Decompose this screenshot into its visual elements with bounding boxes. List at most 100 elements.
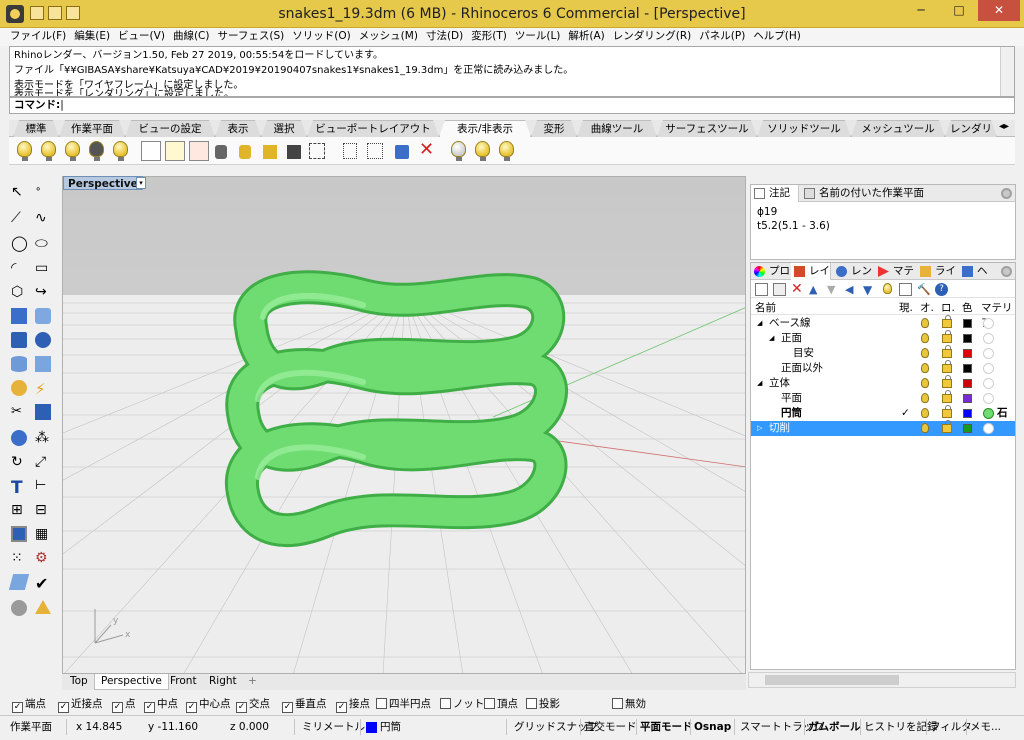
osnap-option[interactable]: 四半円点 [376,698,431,710]
hide-control-icon[interactable] [395,145,409,159]
tab-set-view[interactable]: ビューの設定 [125,120,215,137]
menu-mesh[interactable]: メッシュ(M) [355,28,422,45]
osnap-checkbox[interactable]: ✓ [336,702,347,713]
grid-points-icon[interactable] [367,143,383,159]
split-icon[interactable] [35,404,51,420]
new-sublayer-icon[interactable] [773,283,786,296]
hide-in-view-icon[interactable] [189,141,209,161]
osnap-option[interactable]: ✓ 接点 [336,698,370,713]
osnap-checkbox[interactable]: ✓ [112,702,123,713]
tab-surface-tools[interactable]: サーフェスツール [657,120,757,137]
layer-help-icon[interactable]: ? [935,283,948,296]
layer-row[interactable]: 円筒✓石こ [751,405,1015,434]
layer-material-icon[interactable] [983,363,994,374]
tab-help[interactable]: ヘ [959,263,993,280]
menu-dimension[interactable]: 寸法(D) [422,28,467,45]
menu-edit[interactable]: 編集(E) [70,28,114,45]
osnap-option[interactable]: ✓ 交点 [236,698,270,713]
osnap-option[interactable]: 頂点 [484,698,518,710]
layer-row[interactable]: ◢ 正面 [751,330,1015,346]
close-button[interactable]: ✕ [978,0,1020,21]
sphere-icon[interactable] [35,332,51,348]
menu-surface[interactable]: サーフェス(S) [213,28,288,45]
layer-color-swatch[interactable] [963,319,972,328]
tab-solid-tools[interactable]: ソリッドツール [757,120,851,137]
layer-lock-icon[interactable] [942,345,952,358]
osnap-option[interactable]: ✓ 垂直点 [282,698,327,713]
rectangle-icon[interactable]: ▭ [35,260,55,280]
tab-notes[interactable]: 注記 [751,185,799,202]
layer-row[interactable]: 正面以外 [751,360,1015,376]
expand-toggle-icon[interactable]: ◢ [769,331,774,346]
osnap-checkbox[interactable] [526,698,537,709]
layer-color-swatch[interactable] [963,394,972,403]
perspective-viewport[interactable]: x y [62,176,746,674]
group-icon[interactable]: ⊞ [11,502,31,522]
tab-named-cplanes[interactable]: 名前の付いた作業平面 [801,185,961,202]
layer-row[interactable]: ◢ 立体 [751,375,1015,391]
layer-color-swatch[interactable] [963,379,972,388]
column-on[interactable]: オ. [920,300,934,315]
ortho-toggle[interactable]: 直交モード [584,720,637,734]
layer-lock-icon[interactable] [942,315,952,328]
show-selected-icon[interactable] [63,141,83,161]
new-layer-icon[interactable] [755,283,768,296]
gumball-toggle[interactable]: ガムボール [808,720,861,734]
layer-visible-icon[interactable] [921,318,929,328]
points-off-icon[interactable] [343,143,357,159]
block-icon[interactable]: ⊟ [35,502,55,522]
notes-text[interactable]: ϕ19 t5.2(5.1 - 3.6) [757,205,830,233]
scrollbar-thumb[interactable] [765,675,899,685]
layer-visible-icon[interactable] [921,408,929,418]
units-indicator[interactable]: ミリメートル [302,720,365,734]
expand-toggle-icon[interactable]: ▷ [757,421,762,436]
layer-lock-icon[interactable] [942,330,952,343]
layer-lock-icon[interactable] [942,360,952,373]
command-history[interactable]: Rhinoレンダー、バージョン1.50, Feb 27 2019, 00:55:… [9,46,1015,97]
current-layer[interactable]: 円筒 [380,720,401,734]
osnap-option[interactable]: 無効 [612,698,646,710]
layer-color-swatch[interactable] [963,349,972,358]
arc-icon[interactable]: ◜ [11,260,31,280]
select-arrow-icon[interactable]: ↖ [11,184,31,204]
panel-gear-icon[interactable] [1001,188,1012,199]
osnap-checkbox[interactable]: ✓ [58,702,69,713]
osnap-checkbox[interactable]: ✓ [282,702,293,713]
menu-render[interactable]: レンダリング(R) [609,28,696,45]
isolate-icon[interactable] [449,141,469,161]
layer-material-icon[interactable] [983,318,994,329]
isolate-lock-icon[interactable] [497,141,517,161]
osnap-checkbox[interactable]: ✓ [12,702,23,713]
cylinder-icon[interactable] [11,356,27,372]
osnap-checkbox[interactable] [612,698,623,709]
polygon-icon[interactable]: ⬡ [11,284,31,304]
analyze-icon[interactable] [8,574,30,590]
viewport-tab-front[interactable]: Front [164,674,203,690]
osnap-checkbox[interactable] [484,698,495,709]
layer-visible-icon[interactable] [921,423,929,433]
layer-row[interactable]: 目安 [751,345,1015,361]
delete-layer-icon[interactable]: ✕ [791,282,804,296]
viewport-tab-perspective[interactable]: Perspective [94,674,169,690]
panel-horizontal-scrollbar[interactable] [748,672,1016,688]
explode-icon[interactable]: ⁂ [35,430,55,450]
viewport-menu-button[interactable]: ▾ [136,177,146,189]
menu-curve[interactable]: 曲線(C) [169,28,214,45]
layer-visible-icon[interactable] [921,348,929,358]
layer-lock-icon[interactable] [942,420,952,433]
menu-solid[interactable]: ソリッド(O) [288,28,354,45]
command-line[interactable]: コマンド:| [9,97,1015,114]
osnap-option[interactable]: ✓ 中点 [144,698,178,713]
material-icon[interactable] [35,600,51,614]
osnap-option[interactable]: ✓ 点 [112,698,136,713]
tab-properties[interactable]: プロ [751,263,791,280]
tab-rendering[interactable]: レンダリ [945,120,997,137]
hide-in-detail-icon[interactable] [141,141,161,161]
box-icon[interactable] [11,332,27,348]
gear-tool-icon[interactable] [11,380,27,396]
osnap-option[interactable]: ✓ 端点 [12,698,46,713]
unlock-selected-icon[interactable] [263,145,277,159]
osnap-option[interactable]: 投影 [526,698,560,710]
move-up-icon[interactable]: ▲ [809,283,822,296]
osnap-option[interactable]: ✓ 中心点 [186,698,231,713]
